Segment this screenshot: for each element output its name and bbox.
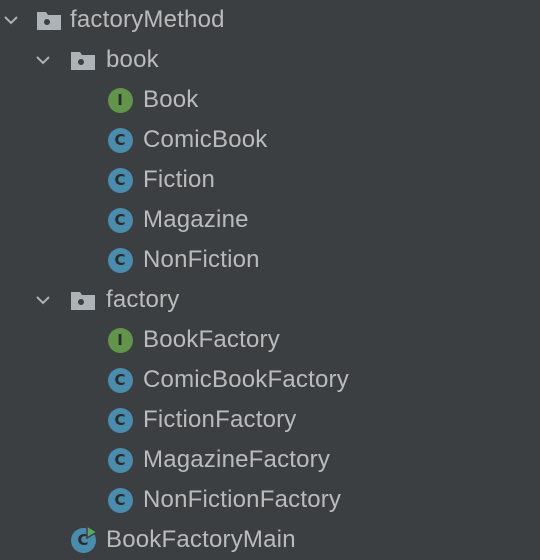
chevron-down-icon[interactable] bbox=[32, 289, 54, 311]
package-folder-icon bbox=[68, 45, 98, 75]
package-folder-icon bbox=[34, 5, 64, 35]
tree-node-label: BookFactoryMain bbox=[106, 526, 296, 553]
project-tree: factoryMethod book I Book C ComicBook C … bbox=[0, 0, 540, 560]
tree-node-label: book bbox=[106, 46, 159, 73]
class-icon: C bbox=[105, 205, 135, 235]
tree-node-label: MagazineFactory bbox=[143, 446, 331, 473]
interface-icon: I bbox=[105, 325, 135, 355]
tree-node-label: FictionFactory bbox=[143, 406, 297, 433]
tree-node-label: NonFiction bbox=[143, 246, 260, 273]
tree-node-label: Book bbox=[143, 86, 199, 113]
run-marker-icon bbox=[86, 525, 98, 539]
class-icon: C bbox=[105, 125, 135, 155]
interface-icon: I bbox=[105, 85, 135, 115]
class-icon: C bbox=[105, 445, 135, 475]
chevron-down-icon[interactable] bbox=[32, 49, 54, 71]
class-icon: C bbox=[105, 405, 135, 435]
tree-node-label: BookFactory bbox=[143, 326, 280, 353]
tree-node-label: ComicBook bbox=[143, 126, 268, 153]
tree-node-label: ComicBookFactory bbox=[143, 366, 349, 393]
tree-node-label: factoryMethod bbox=[70, 6, 225, 33]
class-icon: C bbox=[105, 165, 135, 195]
class-icon: C bbox=[105, 485, 135, 515]
runnable-class-icon: C bbox=[68, 525, 98, 555]
class-icon: C bbox=[105, 245, 135, 275]
tree-node-label: Magazine bbox=[143, 206, 249, 233]
tree-node-label: NonFictionFactory bbox=[143, 486, 342, 513]
tree-node-label: Fiction bbox=[143, 166, 216, 193]
tree-node-label: factory bbox=[106, 286, 180, 313]
chevron-down-icon[interactable] bbox=[0, 9, 22, 31]
package-folder-icon bbox=[68, 285, 98, 315]
class-icon: C bbox=[105, 365, 135, 395]
